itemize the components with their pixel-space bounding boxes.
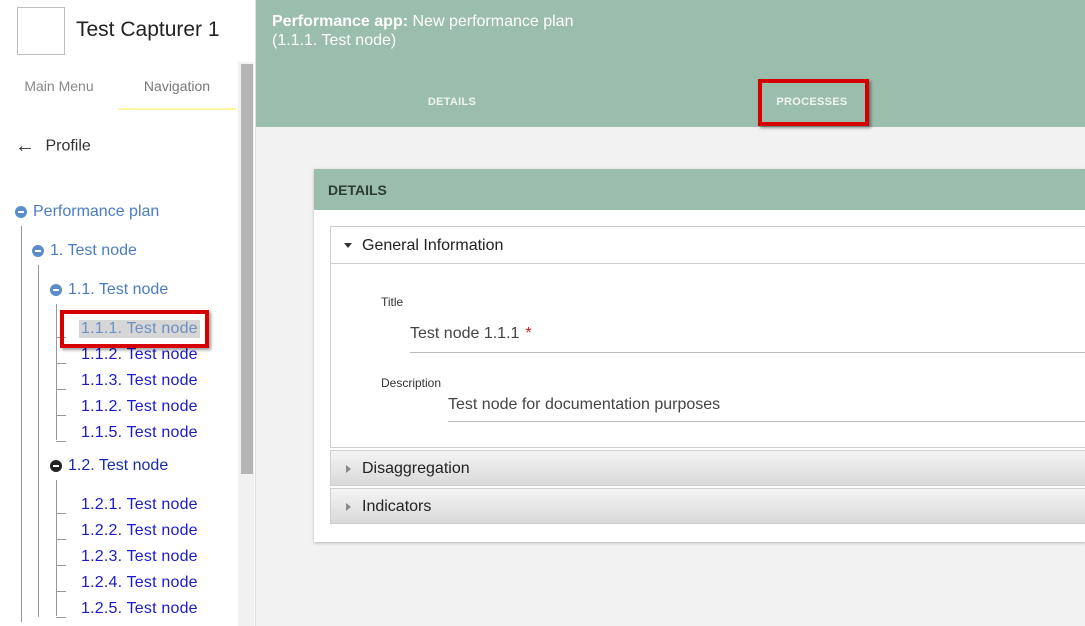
disaggregation-panel-header[interactable]: Disaggregation <box>330 450 1085 486</box>
collapse-icon[interactable] <box>32 244 44 257</box>
tree-leaf-1-2-3[interactable]: 1.2.3. Test node <box>81 548 198 566</box>
description-label: Description <box>381 376 442 390</box>
caret-right-icon <box>346 465 351 473</box>
title-underline <box>410 352 1085 353</box>
caret-right-icon <box>346 503 351 511</box>
arrow-left-icon: ← <box>15 135 35 157</box>
tree-leaf-1-2-1[interactable]: 1.2.1. Test node <box>81 496 198 514</box>
collapse-icon[interactable] <box>50 459 62 472</box>
tab-navigation[interactable]: Navigation <box>118 62 236 110</box>
general-information-header[interactable]: General Information <box>331 227 1085 264</box>
tree-node-performance-plan[interactable]: Performance plan <box>15 203 159 221</box>
details-card: DETAILS General Information Title Test n… <box>314 169 1085 542</box>
description-field[interactable]: Test node for documentation purposes <box>448 396 720 414</box>
tree-leaf-1-1-2[interactable]: 1.1.2. Test node <box>81 346 198 364</box>
tree-connector <box>21 226 22 622</box>
tree-connector <box>56 389 66 390</box>
node-path: (1.1.1. Test node) <box>272 32 397 49</box>
tree-leaf-1-1-4[interactable]: 1.1.2. Test node <box>81 398 198 416</box>
title-field[interactable]: Test node 1.1.1 * <box>410 325 532 343</box>
tree-node-1[interactable]: 1. Test node <box>32 242 137 260</box>
tab-processes[interactable]: PROCESSES <box>764 86 860 118</box>
tree-leaf-1-2-4[interactable]: 1.2.4. Test node <box>81 574 198 592</box>
sidebar: Test Capturer 1 Main Menu Navigation ← P… <box>0 0 256 626</box>
tree-node-label: 1.1. Test node <box>68 281 169 298</box>
tree-connector <box>56 304 57 440</box>
tree-connector <box>56 565 66 566</box>
tab-main-menu[interactable]: Main Menu <box>0 62 118 110</box>
tree-connector <box>56 539 66 540</box>
collapse-icon[interactable] <box>15 205 27 218</box>
tree-connector <box>56 415 66 416</box>
tree-connector <box>38 265 39 617</box>
tab-details[interactable]: DETAILS <box>416 86 488 118</box>
panel-title: General Information <box>362 237 504 254</box>
details-heading: DETAILS <box>328 182 387 198</box>
tree-node-1-1[interactable]: 1.1. Test node <box>50 281 168 299</box>
tree-connector <box>56 441 66 442</box>
profile-label: Profile <box>45 137 91 155</box>
required-marker: * <box>525 325 532 342</box>
title-value: Test node 1.1.1 <box>410 325 520 342</box>
user-header: Test Capturer 1 <box>0 0 256 62</box>
caret-down-icon <box>344 243 352 248</box>
tree-connector <box>56 591 66 592</box>
tree-leaf-1-1-1[interactable]: 1.1.1. Test node <box>79 320 200 338</box>
description-underline <box>448 421 1085 422</box>
tree-node-label: 1.2. Test node <box>68 457 169 474</box>
app-header: Performance app: New performance plan (1… <box>256 0 1085 127</box>
tree-connector <box>56 513 66 514</box>
panel-title: Indicators <box>362 498 432 515</box>
collapse-icon[interactable] <box>50 283 62 296</box>
tree-node-label: 1. Test node <box>50 242 137 259</box>
title-label: Title <box>381 295 404 309</box>
panel-title: Disaggregation <box>362 460 470 477</box>
tree-connector <box>56 337 66 338</box>
tree-node-1-2[interactable]: 1.2. Test node <box>50 457 168 475</box>
sidebar-scrollbar-thumb[interactable] <box>241 64 253 474</box>
tree-leaf-1-1-3[interactable]: 1.1.3. Test node <box>81 372 198 390</box>
tree-node-label: Performance plan <box>33 203 160 220</box>
user-name: Test Capturer 1 <box>76 18 220 41</box>
tree-connector <box>56 617 66 618</box>
tree-leaf-1-2-5[interactable]: 1.2.5. Test node <box>81 600 198 618</box>
general-information-panel: General Information Title Test node 1.1.… <box>330 226 1085 448</box>
tree-connector <box>56 363 66 364</box>
tree-connector <box>56 480 57 616</box>
app-label: Performance app: <box>272 13 409 30</box>
plan-title: New performance plan <box>412 13 574 30</box>
back-to-profile-link[interactable]: ← Profile <box>15 135 91 157</box>
details-card-header: DETAILS <box>314 169 1085 210</box>
tree-leaf-1-1-5[interactable]: 1.1.5. Test node <box>81 424 198 442</box>
page-title: Performance app: New performance plan (1… <box>272 12 573 50</box>
sidebar-tabs: Main Menu Navigation <box>0 62 238 112</box>
avatar[interactable] <box>17 7 65 55</box>
tree-leaf-1-2-2[interactable]: 1.2.2. Test node <box>81 522 198 540</box>
indicators-panel-header[interactable]: Indicators <box>330 488 1085 524</box>
